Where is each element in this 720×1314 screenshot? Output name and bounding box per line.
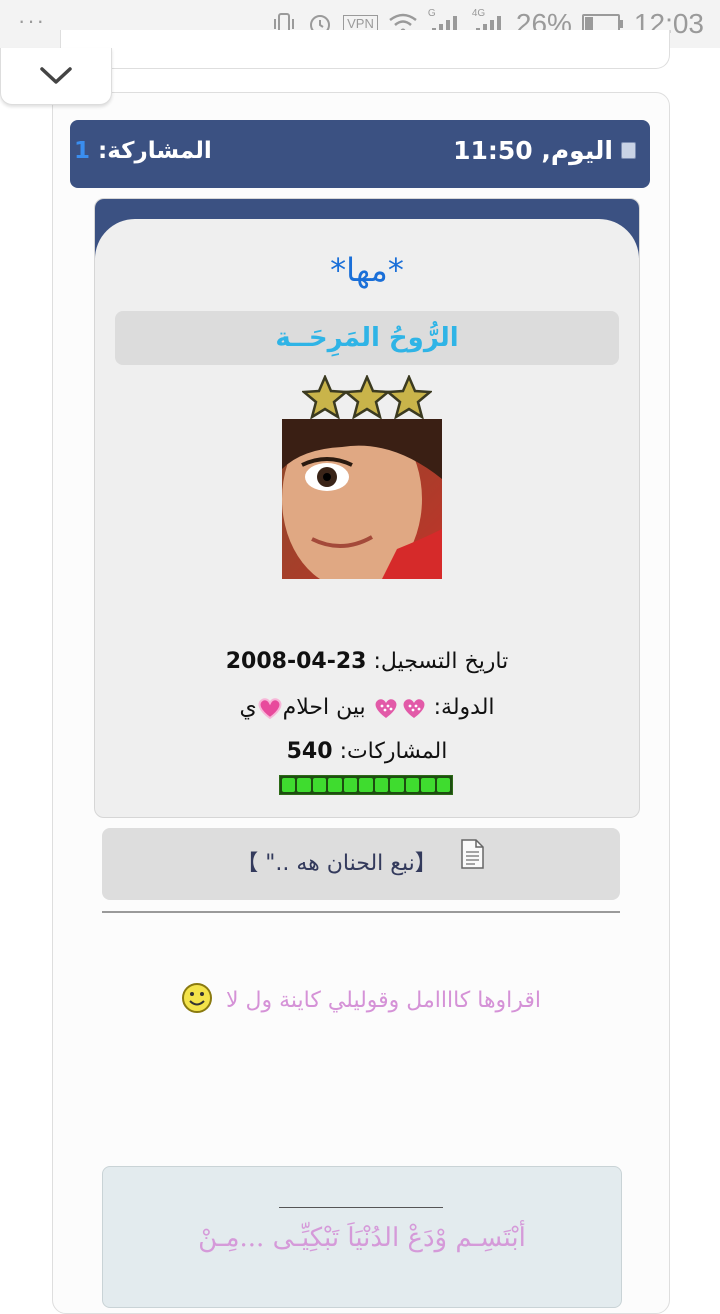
smiley-icon	[181, 982, 213, 1020]
star-icon	[344, 375, 390, 419]
document-icon	[458, 828, 486, 900]
country-value: بين احلام	[282, 695, 366, 720]
posts-count-row: المشاركات: 540	[95, 739, 639, 764]
post-header: اليوم, 11:50 المشاركة: 1	[70, 120, 650, 188]
thread-title-bar: 【نبع الحنان هه .." 】	[102, 828, 620, 900]
hearts-decoration	[373, 697, 427, 719]
registration-date-row: تاريخ التسجيل: 23-04-2008	[95, 649, 639, 674]
star-icon	[386, 375, 432, 419]
signature-divider	[279, 1207, 443, 1208]
post-date-text: اليوم, 11:50	[453, 136, 613, 165]
divider	[102, 911, 620, 913]
collapse-toggle-button[interactable]	[0, 48, 112, 105]
reputation-segment	[405, 778, 420, 792]
posts-label: المشاركات:	[339, 739, 448, 764]
heart-icon	[258, 698, 282, 720]
user-title: الرُّوحُ المَرِحَــة	[115, 311, 619, 365]
country-label: الدولة:	[433, 695, 495, 720]
post-date: اليوم, 11:50	[453, 136, 636, 165]
post-status-icon	[621, 142, 636, 159]
thread-title-text: 【نبع الحنان هه .." 】	[236, 851, 437, 876]
reputation-segment	[297, 778, 311, 792]
signature-text: أبْتَسِـم وْدَعْ الدُنْيَاَ تَبْكِيِّـى …	[198, 1223, 526, 1253]
posts-count: 540	[286, 739, 333, 764]
user-profile-card: *مها* الرُّوحُ المَرِحَــة تاريخ التسجيل…	[94, 198, 640, 818]
reputation-bar	[279, 775, 453, 795]
reputation-segment	[343, 778, 358, 792]
network-type-4g: 4G	[471, 8, 486, 19]
signature-box: أبْتَسِـم وْدَعْ الدُنْيَاَ تَبْكِيِّـى …	[102, 1166, 622, 1308]
user-rank-stars	[95, 375, 639, 419]
star-icon	[302, 375, 348, 419]
battery-fill	[584, 17, 593, 31]
username-link[interactable]: *مها*	[95, 251, 639, 289]
post-body: اقراوها كاااامل وقوليلي كاينة ول لا	[102, 982, 620, 1020]
reputation-segment	[436, 778, 450, 792]
post-number-label: المشاركة:	[98, 138, 212, 164]
reputation-segment	[359, 778, 373, 792]
heart-icon	[375, 699, 397, 718]
reputation-segment	[374, 778, 389, 792]
country-row: الدولة: بين احلام ي	[95, 695, 639, 720]
post-body-text: اقراوها كاااامل وقوليلي كاينة ول لا	[225, 988, 542, 1013]
registration-label: تاريخ التسجيل:	[373, 649, 509, 674]
avatar[interactable]	[282, 419, 442, 579]
reputation-segment	[312, 778, 327, 792]
post-number[interactable]: المشاركة: 1	[74, 138, 212, 164]
reputation-segment	[282, 778, 296, 792]
post-number-value[interactable]: 1	[74, 138, 90, 164]
reputation-segment	[390, 778, 404, 792]
network-type-g: G	[427, 8, 436, 19]
country-suffix: ي	[239, 695, 257, 720]
registration-date: 23-04-2008	[225, 649, 367, 674]
heart-icon	[403, 699, 425, 718]
menu-dots-icon[interactable]: ···	[18, 8, 46, 34]
chevron-down-icon	[40, 67, 72, 84]
reputation-segment	[421, 778, 435, 792]
previous-panel-edge	[60, 30, 670, 69]
reputation-segment	[328, 778, 342, 792]
